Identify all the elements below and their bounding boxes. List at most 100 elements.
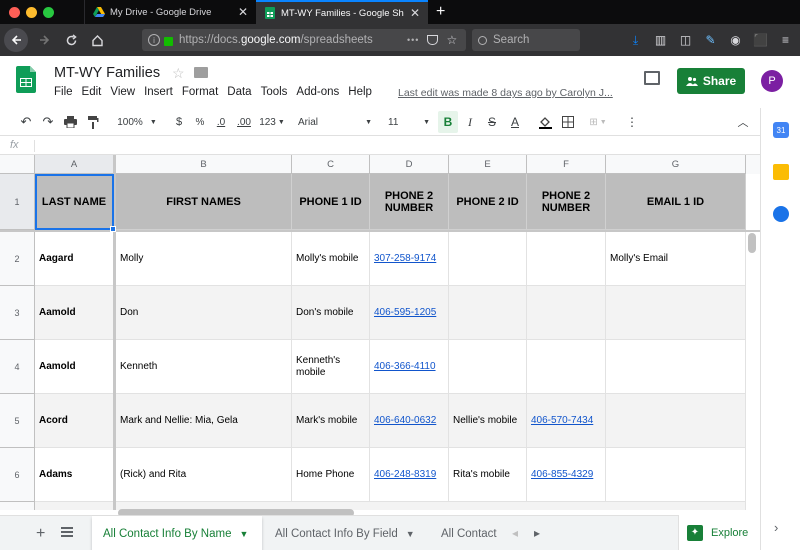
table-cell[interactable] [35, 502, 114, 510]
paint-format-icon[interactable] [83, 108, 103, 136]
table-cell[interactable]: Molly's Email [606, 232, 746, 286]
table-cell[interactable]: Aamold [35, 286, 114, 340]
table-cell[interactable]: Don [116, 286, 292, 340]
header-cell-phone2-number[interactable]: PHONE 2 NUMBER [370, 174, 449, 230]
font-size-select[interactable]: 11 ▼ [388, 108, 430, 136]
vpn-extension-icon[interactable]: ◉ [725, 28, 746, 52]
table-cell[interactable] [527, 232, 606, 286]
menu-data[interactable]: Data [227, 86, 251, 98]
table-cell[interactable]: Molly [116, 232, 292, 286]
header-cell-email1-id[interactable]: EMAIL 1 ID [606, 174, 746, 230]
page-actions-icon[interactable]: ••• [407, 35, 419, 45]
back-button[interactable] [4, 28, 28, 52]
menu-file[interactable]: File [54, 86, 73, 98]
minimize-window-button[interactable] [26, 6, 37, 18]
row-header-7[interactable] [0, 502, 35, 510]
table-cell[interactable]: Rita's mobile [449, 448, 527, 502]
phone-link[interactable]: 406-855-4329 [531, 469, 593, 481]
phone-link[interactable]: 406-366-4110 [374, 361, 436, 373]
comments-icon[interactable] [644, 71, 660, 85]
pdf-extension-icon[interactable]: ⬛ [750, 28, 771, 52]
menu-help[interactable]: Help [348, 86, 372, 98]
keep-icon[interactable] [773, 164, 789, 180]
table-cell[interactable]: Adams [35, 448, 114, 502]
strikethrough-button[interactable]: S [483, 108, 501, 136]
table-cell[interactable] [527, 340, 606, 394]
search-bar[interactable]: Search [472, 29, 580, 51]
avatar[interactable]: P [761, 70, 783, 92]
add-sheet-button[interactable]: + [36, 525, 45, 543]
table-cell[interactable] [606, 448, 746, 502]
phone-link[interactable]: 406-595-1205 [374, 307, 436, 319]
table-cell[interactable] [606, 394, 746, 448]
all-sheets-icon[interactable] [61, 527, 73, 537]
vertical-scrollbar-thumb[interactable] [748, 233, 756, 253]
phone-link-cell[interactable]: 307-258-9174 [370, 232, 449, 286]
chevron-down-icon[interactable]: ▼ [406, 529, 415, 539]
borders-icon[interactable] [559, 108, 577, 136]
phone-link[interactable]: 406-640-0632 [374, 415, 436, 427]
more-options-icon[interactable]: ⋮ [625, 108, 639, 136]
table-cell[interactable]: Kenneth [116, 340, 292, 394]
phone-link[interactable]: 406-570-7434 [531, 415, 593, 427]
menu-format[interactable]: Format [182, 86, 218, 98]
sheet-tab-by-name[interactable]: All Contact Info By Name ▼ [92, 516, 262, 550]
menu-addons[interactable]: Add-ons [296, 86, 339, 98]
table-cell[interactable]: Molly's mobile [292, 232, 370, 286]
collapse-toolbar-icon[interactable]: ︿ [735, 108, 751, 136]
table-cell[interactable]: Kenneth's mobile [292, 340, 370, 394]
table-cell[interactable]: Aagard [35, 232, 114, 286]
header-cell-phone2-id[interactable]: PHONE 2 ID [449, 174, 527, 230]
spreadsheet-grid[interactable]: A B C D E F G 1 2 3 4 5 6 LAST NAME FIRS… [0, 155, 760, 510]
close-window-button[interactable] [9, 6, 20, 18]
close-tab-icon[interactable]: ✕ [238, 5, 248, 19]
tasks-icon[interactable] [773, 206, 789, 222]
phone-link[interactable]: 406-248-8319 [374, 469, 436, 481]
table-cell[interactable] [606, 340, 746, 394]
phone-link-cell[interactable]: 406-855-4329 [527, 448, 606, 502]
table-cell[interactable]: Home Phone [292, 448, 370, 502]
print-icon[interactable] [60, 108, 80, 136]
pocket-icon[interactable] [427, 35, 439, 45]
reload-button[interactable] [58, 27, 84, 53]
phone-link-cell[interactable]: 406-595-1205 [370, 286, 449, 340]
row-header-3[interactable]: 3 [0, 286, 35, 340]
browser-tab-sheets[interactable]: MT-WY Families - Google Sheets ✕ [256, 0, 428, 24]
column-header-e[interactable]: E [449, 155, 527, 174]
undo-icon[interactable]: ↶ [16, 108, 36, 136]
table-cell[interactable] [449, 340, 527, 394]
folder-icon[interactable] [194, 67, 208, 78]
table-cell[interactable]: (Rick) and Rita [116, 448, 292, 502]
table-cell[interactable] [449, 286, 527, 340]
zoom-select[interactable]: 100% ▼ [112, 108, 162, 136]
column-header-f[interactable]: F [527, 155, 606, 174]
format-currency-button[interactable]: $ [172, 108, 186, 136]
phone-link-cell[interactable]: 406-248-8319 [370, 448, 449, 502]
library-icon[interactable]: ▥ [650, 28, 671, 52]
column-header-g[interactable]: G [606, 155, 746, 174]
forward-button[interactable] [32, 27, 58, 53]
phone-link-cell[interactable]: 406-640-0632 [370, 394, 449, 448]
sheet-tab-by-field[interactable]: All Contact Info By Field ▼ [264, 516, 428, 550]
chevron-down-icon[interactable]: ▼ [239, 529, 248, 539]
row-header-6[interactable]: 6 [0, 448, 35, 502]
star-icon[interactable]: ☆ [172, 65, 185, 82]
column-header-a[interactable]: A [35, 155, 114, 174]
increase-decimal-button[interactable]: .00 [234, 108, 254, 136]
more-formats-select[interactable]: 123 ▼ [257, 108, 287, 136]
sheet-tab-partial[interactable]: All Contact [430, 516, 500, 550]
row-header-2[interactable]: 2 [0, 232, 35, 286]
column-header-b[interactable]: B [116, 155, 292, 174]
table-cell[interactable]: Acord [35, 394, 114, 448]
select-all-corner[interactable] [0, 155, 35, 174]
sheets-logo-icon[interactable] [16, 66, 36, 93]
download-icon[interactable]: ⤓ [625, 28, 646, 52]
table-cell[interactable] [527, 286, 606, 340]
scroll-tabs-right-icon[interactable]: ▸ [534, 526, 540, 540]
pen-extension-icon[interactable]: ✎ [700, 28, 721, 52]
fill-handle[interactable] [110, 226, 116, 232]
column-header-c[interactable]: C [292, 155, 370, 174]
url-bar[interactable]: i https://docs.google.com/spreadsheets •… [142, 29, 466, 51]
info-icon[interactable]: i [148, 34, 160, 46]
table-cell[interactable]: Nellie's mobile [449, 394, 527, 448]
